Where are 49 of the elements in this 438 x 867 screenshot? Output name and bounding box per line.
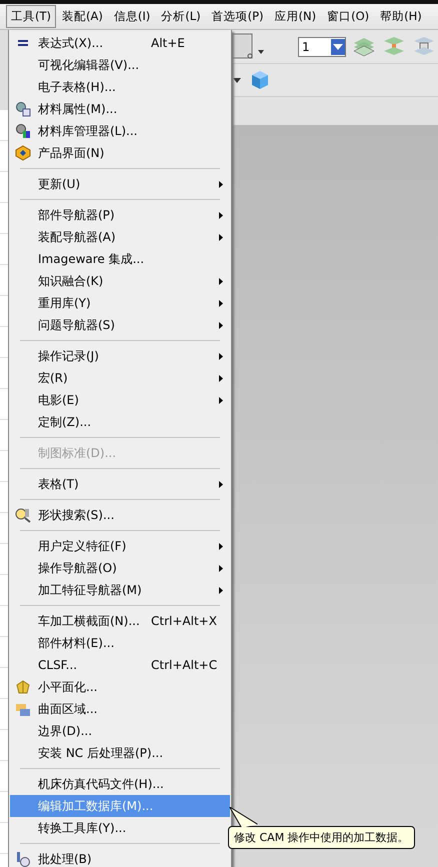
menu-item[interactable]: CLSF... Ctrl+Alt+C [10, 654, 230, 676]
menu-item[interactable]: 用户定义特征(F) [10, 535, 230, 557]
menu-bar-item[interactable]: 分析(L) [156, 5, 206, 28]
magnifier-icon [15, 507, 31, 523]
menu-item[interactable]: 曲面区域... [10, 698, 230, 720]
menu-item[interactable]: 表达式(X)... Alt+E [10, 32, 230, 54]
menu-item[interactable]: 转换工具库(Y)... [10, 817, 230, 839]
menu-item[interactable]: 边界(D)... [10, 720, 230, 742]
menu-item[interactable]: 安装 NC 后处理器(P)... [10, 742, 230, 764]
tooltip-pointer [229, 807, 259, 828]
menu-item[interactable]: 定制(Z)... [10, 411, 230, 433]
menu-item[interactable]: 表格(T) [10, 473, 230, 495]
facets-icon [15, 679, 31, 695]
surface-icon [15, 701, 31, 717]
caret-icon[interactable] [232, 75, 242, 85]
menu-item[interactable]: 装配导航器(A) [10, 226, 230, 248]
menu-item[interactable]: 知识融合(K) [10, 270, 230, 292]
menu-item[interactable]: 更新(U) [10, 173, 230, 195]
menu-bar-item[interactable]: 应用(N) [270, 5, 322, 28]
menu-item[interactable]: 车加工横截面(N)... Ctrl+Alt+X [10, 610, 230, 632]
menu-item[interactable]: 材料属性(M)... [10, 98, 230, 120]
menu-item[interactable]: 电子表格(H)... [10, 76, 230, 98]
hexagon-icon [15, 145, 31, 161]
menu-bar-item[interactable]: 帮助(H) [375, 5, 427, 28]
menu-item[interactable]: 形状搜索(S)... [10, 504, 230, 526]
layer-dropdown[interactable]: 1 [298, 36, 346, 56]
menu-item[interactable]: 加工特征导航器(M) [10, 579, 230, 601]
menu-item[interactable]: 宏(R) [10, 367, 230, 389]
menu-bar-item[interactable]: 装配(A) [57, 5, 108, 28]
menu-item[interactable]: 批处理(B) [10, 848, 230, 867]
caret-icon[interactable] [333, 44, 343, 50]
menu-item[interactable]: 重用库(Y) [10, 292, 230, 314]
menu-item[interactable]: 产品界面(N) [10, 142, 230, 164]
menu-bar-item[interactable]: 窗口(O) [322, 5, 374, 28]
menu-item[interactable]: 机床仿真代码文件(H)... [10, 773, 230, 795]
menu-item[interactable]: 问题导航器(S) [10, 314, 230, 336]
menu-item[interactable]: 操作导航器(O) [10, 557, 230, 579]
menu-bar-item[interactable]: 工具(T) [6, 5, 56, 28]
menu-item[interactable]: 可视化编辑器(V)... [10, 54, 230, 76]
menu-item[interactable]: 小平面化... [10, 676, 230, 698]
menu-item[interactable]: 材料库管理器(L)... [10, 120, 230, 142]
menu-item[interactable]: Imageware 集成... [10, 248, 230, 270]
menu-item[interactable]: 部件导航器(P) [10, 204, 230, 226]
clock-icon [15, 851, 31, 867]
menu-item[interactable]: 电影(E) [10, 389, 230, 411]
menu-item[interactable]: 操作记录(J) [10, 345, 230, 367]
menu-bar-item[interactable]: 首选项(P) [206, 5, 269, 28]
menu-item[interactable]: 部件材料(E)... [10, 632, 230, 654]
menu-bar-item[interactable]: 信息(I) [108, 5, 156, 28]
